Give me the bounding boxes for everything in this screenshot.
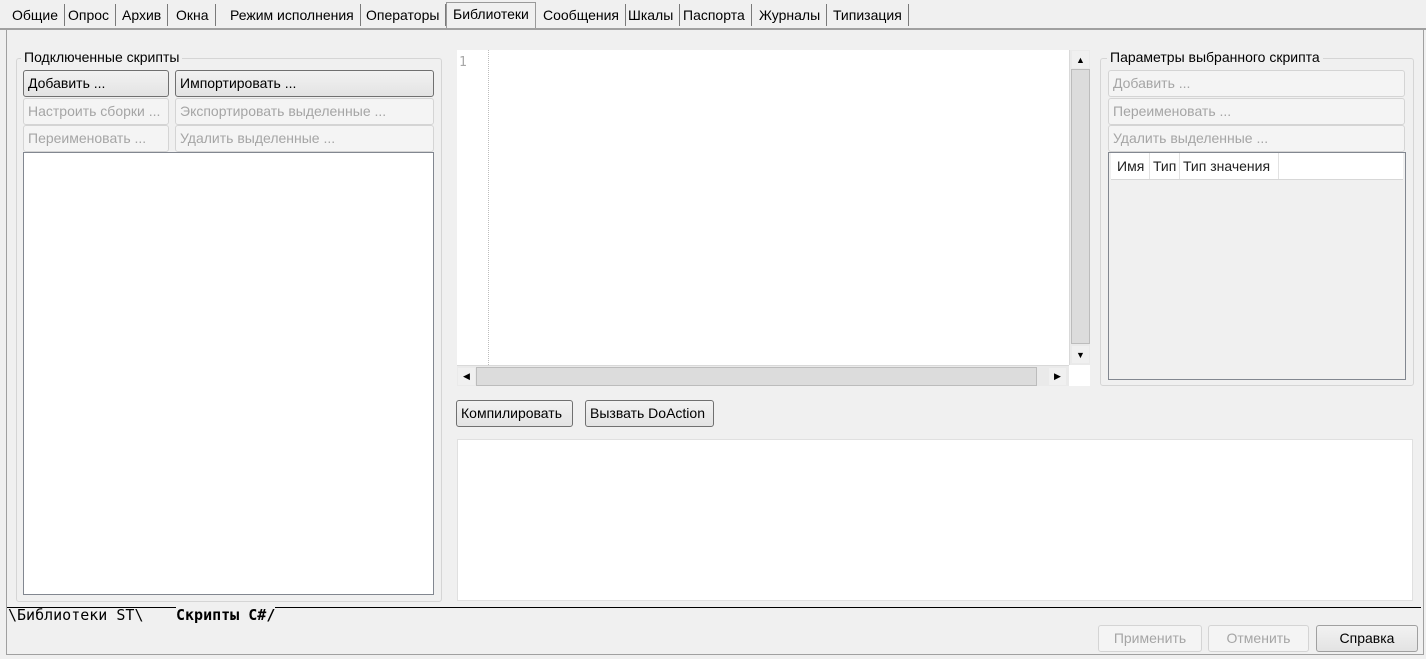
horizontal-scroll-thumb[interactable] [476,367,1037,386]
code-editor[interactable]: 1 ▲ ▼ ◀ ▶ [457,50,1090,386]
tab-messages[interactable]: Сообщения [537,4,626,26]
add-script-button[interactable]: Добавить ... [23,70,169,97]
tab-typing[interactable]: Типизация [827,4,909,26]
vertical-scroll-thumb[interactable] [1071,69,1090,344]
scroll-up-icon[interactable]: ▲ [1072,51,1089,68]
column-value-type[interactable]: Тип значения [1179,153,1279,179]
editor-horizontal-scrollbar[interactable]: ◀ ▶ [457,365,1069,386]
add-parameter-button[interactable]: Добавить ... [1108,70,1405,97]
cancel-button[interactable]: Отменить [1208,625,1309,652]
sheet-tab-st-label: Библиотеки ST [17,606,135,624]
script-parameters-title: Параметры выбранного скрипта [1107,49,1323,65]
scroll-right-icon[interactable]: ▶ [1049,368,1066,385]
scroll-left-icon[interactable]: ◀ [458,368,475,385]
tab-operators[interactable]: Операторы [360,4,447,26]
configure-assemblies-button[interactable]: Настроить сборки ... [23,98,169,125]
sheet-tab-cs-label: Скрипты C# [176,606,267,624]
tab-execution-mode[interactable]: Режим исполнения [224,4,361,26]
tab-passports[interactable]: Паспорта [677,4,752,26]
line-number: 1 [459,55,467,70]
tab-polling[interactable]: Опрос [62,4,117,26]
parameters-grid-header: Имя Тип Тип значения [1111,153,1403,180]
delete-selected-button[interactable]: Удалить выделенные ... [175,125,434,152]
sheet-tab-st-libraries[interactable]: \Библиотеки ST\ [8,606,143,624]
export-selected-button[interactable]: Экспортировать выделенные ... [175,98,434,125]
rename-parameter-button[interactable]: Переименовать ... [1108,98,1405,125]
import-script-button[interactable]: Импортировать ... [175,70,434,97]
tab-libraries[interactable]: Библиотеки [446,2,536,29]
rename-script-button[interactable]: Переименовать ... [23,125,169,152]
editor-vertical-scrollbar[interactable]: ▲ ▼ [1069,50,1090,365]
tab-scales[interactable]: Шкалы [622,4,681,26]
tab-journals[interactable]: Журналы [753,4,828,26]
delete-parameters-button[interactable]: Удалить выделенные ... [1108,125,1405,152]
scroll-down-icon[interactable]: ▼ [1072,346,1089,363]
column-type[interactable]: Тип [1149,153,1180,179]
output-panel[interactable] [457,439,1413,601]
apply-button[interactable]: Применить [1098,625,1202,652]
scripts-list[interactable] [23,152,434,595]
tab-general[interactable]: Общие [6,4,66,26]
help-button[interactable]: Справка [1316,625,1418,652]
sheet-tab-cs-scripts[interactable]: Скрипты C#/ [176,606,276,624]
column-name[interactable]: Имя [1113,153,1150,179]
tab-archive[interactable]: Архив [116,4,169,26]
parameters-grid[interactable]: Имя Тип Тип значения [1108,152,1406,380]
connected-scripts-title: Подключенные скрипты [21,49,183,65]
call-doaction-button[interactable]: Вызвать DoAction [585,400,714,427]
compile-button[interactable]: Компилировать [456,400,573,427]
gutter-separator [488,50,489,365]
main-tab-bar: Общие Опрос Архив Окна Режим исполнения … [0,0,1426,30]
tab-windows[interactable]: Окна [170,4,216,26]
